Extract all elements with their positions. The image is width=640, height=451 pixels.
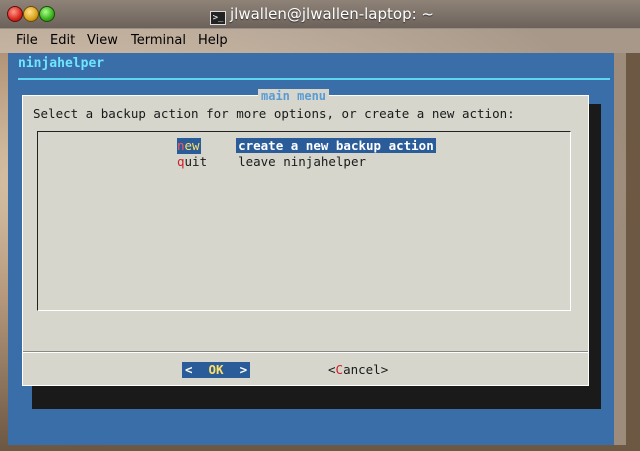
menu-item-hotkey: n: [177, 138, 185, 153]
menu-help[interactable]: Help: [198, 33, 228, 48]
button-divider: [23, 352, 588, 353]
cancel-button[interactable]: <Cancel>: [328, 362, 388, 378]
title-bar[interactable]: >_ jlwallen@jlwallen-laptop: ~: [0, 0, 640, 29]
maximize-window-button[interactable]: [39, 6, 55, 22]
menu-item-tag[interactable]: quit: [177, 154, 207, 170]
window-title-text: jlwallen@jlwallen-laptop: ~: [230, 5, 434, 23]
cancel-hotkey: C: [335, 362, 344, 377]
title-divider: [18, 78, 610, 80]
menu-bar: File Edit View Terminal Help: [0, 28, 640, 53]
menu-item-tag-rest: ew: [184, 138, 200, 153]
list-item[interactable]: new create a new backup action: [177, 138, 436, 154]
dialog-prompt: Select a backup action for more options,…: [33, 106, 515, 121]
menu-list: new create a new backup action quit leav…: [37, 131, 571, 311]
menu-view[interactable]: View: [87, 33, 118, 48]
window-title: >_ jlwallen@jlwallen-laptop: ~: [210, 4, 434, 25]
ok-bracket-left: <: [185, 362, 193, 377]
terminal-screen[interactable]: ninjahelper main menu Select a backup ac…: [8, 53, 614, 445]
ok-label: OK: [208, 362, 224, 377]
list-item[interactable]: quit leave ninjahelper: [177, 154, 368, 170]
main-menu-dialog: main menu Select a backup action for mor…: [22, 89, 589, 386]
menu-item-tag-rest: uit: [184, 154, 208, 169]
minimize-window-button[interactable]: [23, 6, 39, 22]
cancel-label-rest: ancel: [343, 362, 381, 377]
menu-item-hotkey: q: [177, 154, 185, 169]
close-window-button[interactable]: [7, 6, 23, 22]
terminal-icon: >_: [210, 11, 226, 25]
menu-item-tag[interactable]: new: [177, 138, 201, 154]
ok-button[interactable]: < OK >: [182, 362, 251, 378]
terminal-window: >_ jlwallen@jlwallen-laptop: ~ File Edit …: [0, 0, 640, 451]
ok-bracket-right: >: [239, 362, 248, 377]
menu-terminal[interactable]: Terminal: [131, 33, 186, 48]
cancel-bracket-left: <: [328, 362, 336, 377]
menu-item-description[interactable]: leave ninjahelper: [236, 154, 368, 169]
app-title: ninjahelper: [18, 56, 105, 71]
menu-item-description[interactable]: create a new backup action: [236, 138, 436, 153]
cancel-bracket-right: >: [380, 362, 389, 377]
dialog-title: main menu: [258, 89, 330, 103]
menu-edit[interactable]: Edit: [50, 33, 75, 48]
terminal-scrollbar[interactable]: [614, 53, 626, 445]
menu-file[interactable]: File: [16, 33, 38, 48]
